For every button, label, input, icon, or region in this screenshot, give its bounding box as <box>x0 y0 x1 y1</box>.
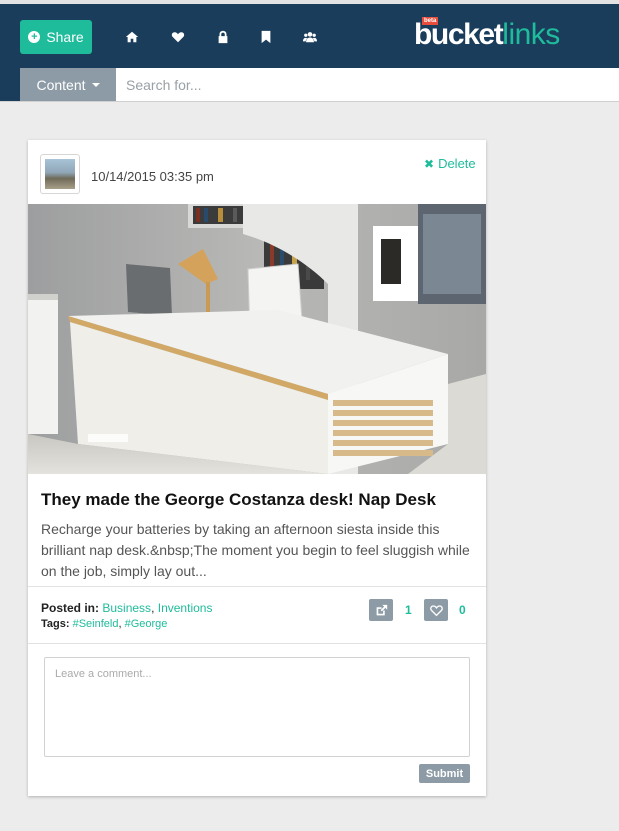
brand-bucket-text: bucket <box>414 18 504 51</box>
share-button[interactable]: + Share <box>20 20 92 54</box>
post-image[interactable] <box>28 204 486 474</box>
browser-edge-strip <box>0 0 619 4</box>
heart-icon[interactable] <box>170 29 186 45</box>
search-input[interactable] <box>116 68 619 101</box>
external-link-icon <box>376 604 387 615</box>
post-date: 10/14/2015 03:35 pm <box>91 169 214 184</box>
users-icon[interactable] <box>302 29 318 45</box>
like-count: 0 <box>459 603 466 617</box>
post-excerpt: Recharge your batteries by taking an aft… <box>41 521 470 579</box>
search-bar-border <box>0 101 619 102</box>
lock-icon[interactable] <box>215 29 231 45</box>
share-link-button[interactable] <box>369 599 393 621</box>
close-icon: ✖ <box>424 156 435 171</box>
post-card: 10/14/2015 03:35 pm ✖ Delete They made t… <box>28 140 486 796</box>
share-count: 1 <box>405 603 412 617</box>
brand-wordmark: bucketlinks <box>414 18 560 52</box>
content-type-dropdown[interactable]: Content <box>20 68 116 101</box>
content-dropdown-label: Content <box>36 76 86 93</box>
submit-comment-button[interactable]: Submit <box>419 764 470 783</box>
category-link[interactable]: Inventions <box>158 601 213 615</box>
comment-input[interactable] <box>44 657 470 757</box>
tags-label: Tags: <box>41 618 70 630</box>
divider <box>28 643 486 644</box>
delete-button[interactable]: ✖ Delete <box>424 156 476 171</box>
home-icon[interactable] <box>124 29 140 45</box>
post-title[interactable]: They made the George Costanza desk! Nap … <box>41 490 471 510</box>
tag-link[interactable]: #Seinfeld <box>73 618 119 630</box>
post-tags: Tags: #Seinfeld, #George <box>41 618 167 630</box>
tag-separator: , <box>118 618 122 630</box>
avatar-thumbnail <box>45 159 75 189</box>
bucketlinks-logo[interactable]: beta bucketlinks <box>414 14 584 54</box>
divider <box>28 586 486 587</box>
category-link[interactable]: Business <box>102 601 151 615</box>
tag-link[interactable]: #George <box>125 618 168 630</box>
caret-down-icon <box>91 82 100 87</box>
brand-links-text: links <box>502 18 560 51</box>
posted-in: Posted in: Business, Inventions <box>41 601 212 615</box>
bookmark-icon[interactable] <box>258 29 274 45</box>
search-bar: Content <box>0 68 619 102</box>
heart-outline-icon <box>429 604 443 616</box>
like-button[interactable] <box>424 599 448 621</box>
share-button-label: Share <box>46 29 84 45</box>
plus-circle-icon: + <box>28 31 41 43</box>
category-separator: , <box>151 601 155 615</box>
delete-label: Delete <box>438 156 476 171</box>
avatar[interactable] <box>40 154 80 194</box>
posted-in-label: Posted in: <box>41 601 100 615</box>
top-navbar: + Share beta bucketlinks <box>0 0 619 68</box>
